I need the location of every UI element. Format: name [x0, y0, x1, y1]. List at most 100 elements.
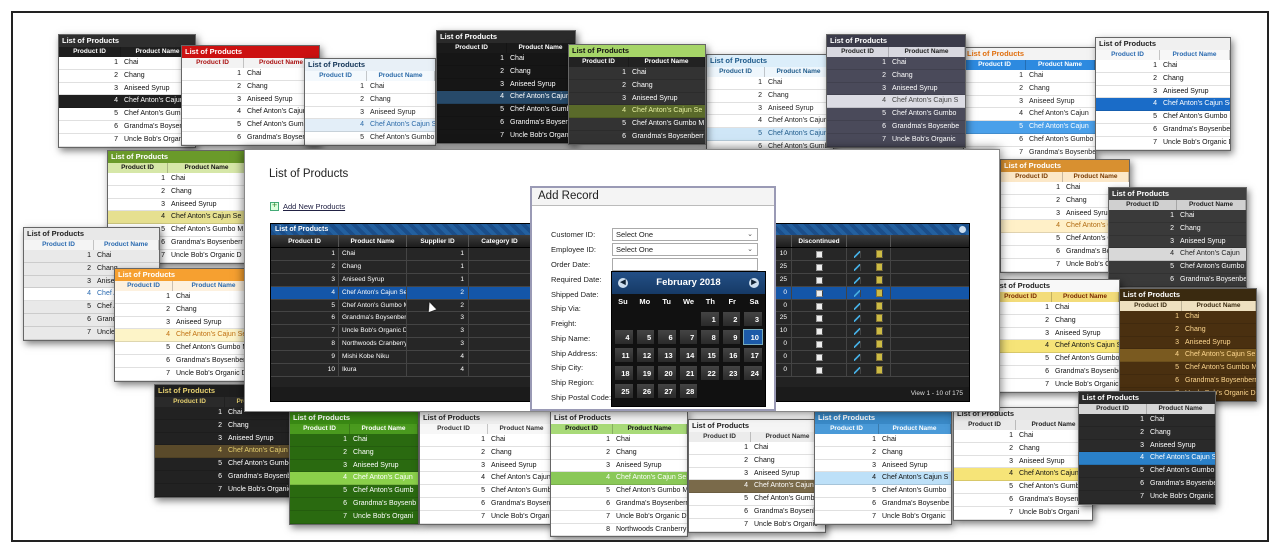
table-row[interactable]: 2 Chang: [1109, 222, 1246, 236]
table-row[interactable]: 1 Chai: [108, 173, 246, 186]
table-row[interactable]: 5 Chef Anton's Gumbo: [1109, 261, 1246, 274]
table-row[interactable]: 7 Uncle Bob's Organic: [827, 133, 965, 147]
table-row[interactable]: 1 Chai: [990, 302, 1119, 315]
table-row[interactable]: 1 Chai: [1079, 414, 1215, 427]
table-row[interactable]: 6 Grandma's Boysenbe: [1109, 273, 1246, 287]
table-row[interactable]: 7 Uncle Bob's Organic: [815, 510, 951, 524]
table-row[interactable]: 4 Chef Anton's Cajun S: [815, 472, 951, 486]
table-row[interactable]: 5 Chef Anton's Gumb: [182, 119, 319, 132]
column-header-product-id[interactable]: Product ID: [305, 71, 367, 81]
table-row[interactable]: 6 Grandma's Boysenb: [290, 497, 418, 511]
table-row[interactable]: 2 Chang: [290, 446, 418, 460]
column-header-product-name[interactable]: Product Name: [367, 71, 435, 81]
table-row[interactable]: 2 Chang: [990, 314, 1119, 328]
table-row[interactable]: 4 Chef Anton's Cajun: [290, 472, 418, 486]
table-row[interactable]: 6Grandma's Boysenberr: [115, 354, 255, 368]
employee-id-select[interactable]: Select One ⌄: [612, 243, 758, 256]
table-row[interactable]: 1 Chai: [305, 81, 435, 94]
table-row[interactable]: 2 Chang: [115, 303, 255, 317]
table-row[interactable]: 5 Chef Anton's Cajun: [964, 121, 1095, 134]
table-row[interactable]: 4 Chef Anton's Cajun: [954, 468, 1092, 482]
table-row[interactable]: 6 Grandma's Boysenbe: [689, 505, 825, 519]
table-row[interactable]: 1 Chai: [707, 77, 833, 90]
table-row[interactable]: 7Uncle Bob's Organic D: [1096, 136, 1230, 150]
edit-icon[interactable]: [854, 354, 862, 362]
day-cell[interactable]: 18: [614, 365, 634, 381]
table-row[interactable]: 4 Chef Anton's Cajun S: [827, 95, 965, 109]
table-row[interactable]: 6 Grandma's Boysenbe: [59, 120, 195, 134]
discontinued-checkbox[interactable]: [815, 341, 823, 349]
column-header-product-id[interactable]: Product ID: [1120, 301, 1182, 311]
edit-icon[interactable]: [854, 315, 862, 323]
table-row[interactable]: 5 Chef Anton's Gumbo M: [569, 118, 705, 131]
table-row[interactable]: 1 Chai: [827, 57, 965, 70]
table-row[interactable]: 1 Chai: [815, 434, 951, 447]
table-row[interactable]: 5 Chef Anton's Gumb: [437, 104, 575, 117]
table-row[interactable]: 2 Chang: [182, 80, 319, 94]
table-row[interactable]: 8 Northwoods Cranberry: [551, 523, 687, 537]
table-row[interactable]: 2 Chang: [551, 446, 687, 460]
discontinued-checkbox[interactable]: [815, 251, 823, 258]
table-row[interactable]: 2 Chang: [1120, 323, 1256, 337]
table-row[interactable]: 4 Chef Anton's Cajun: [1109, 248, 1246, 262]
table-row[interactable]: 3 Aniseed Syrup: [569, 92, 705, 106]
table-row[interactable]: 4Chef Anton's Cajun Se: [990, 340, 1119, 354]
table-row[interactable]: 2 Chang: [437, 65, 575, 79]
table-row[interactable]: 5 Chef Anton's Gumbo: [305, 132, 435, 145]
table-row[interactable]: 3 Aniseed Syrup: [827, 82, 965, 96]
column-header-product-name[interactable]: Product Name: [1147, 404, 1215, 414]
column-header-product-id[interactable]: Product ID: [707, 67, 765, 77]
table-row[interactable]: 1 Chai: [1109, 210, 1246, 223]
column-header-product-id[interactable]: Product ID: [108, 163, 168, 173]
table-row[interactable]: 1 Chai: [182, 68, 319, 81]
table-row[interactable]: 4 Chef Anton's Cajun S: [689, 480, 825, 494]
discontinued-checkbox[interactable]: [815, 302, 823, 310]
table-row[interactable]: 7Uncle Bob's Organic D: [990, 378, 1119, 392]
table-row[interactable]: 7 Uncle Bob's Organi: [954, 506, 1092, 520]
day-cell[interactable]: 20: [657, 365, 677, 381]
delete-icon[interactable]: [875, 275, 883, 284]
column-header-discontinued[interactable]: Discontinued: [792, 235, 847, 247]
column-header-product-id[interactable]: Product ID: [155, 397, 225, 407]
table-row[interactable]: 2 Chang: [827, 69, 965, 83]
column-header-supplier-id[interactable]: Supplier ID: [407, 235, 469, 247]
day-cell[interactable]: 9: [721, 329, 742, 345]
table-row[interactable]: 7 Uncle Bob's Organic: [59, 133, 195, 147]
table-row[interactable]: 6Grandma's Boysenberr: [1096, 123, 1230, 137]
day-cell[interactable]: 27: [657, 383, 677, 399]
column-header-product-id[interactable]: Product ID: [1096, 50, 1160, 60]
table-row[interactable]: 2 Chang: [305, 93, 435, 107]
next-month-icon[interactable]: ▶: [749, 278, 759, 288]
column-header-product-id[interactable]: Product ID: [827, 47, 889, 57]
table-row[interactable]: 3 Aniseed Syrup: [689, 467, 825, 481]
day-cell[interactable]: 7: [678, 329, 699, 345]
day-cell[interactable]: 4: [614, 329, 634, 345]
discontinued-checkbox[interactable]: [815, 289, 823, 297]
table-row[interactable]: 3 Aniseed Syrup: [115, 316, 255, 330]
column-header-product-name[interactable]: Product Name: [879, 424, 951, 434]
edit-icon[interactable]: [854, 289, 862, 297]
column-header-product-name[interactable]: Product Name: [1160, 50, 1230, 60]
day-cell[interactable]: 13: [657, 347, 677, 363]
day-cell[interactable]: 2: [721, 311, 742, 327]
day-cell[interactable]: 12: [635, 347, 656, 363]
day-cell[interactable]: 10: [743, 329, 763, 345]
table-row[interactable]: 6 Grandma's Boysenb: [182, 131, 319, 145]
day-cell[interactable]: 26: [635, 383, 656, 399]
table-row[interactable]: 2 Chang: [964, 82, 1095, 96]
table-row[interactable]: 6Grandma's Boysenberr: [990, 365, 1119, 379]
table-row[interactable]: 7Uncle Bob's Organic D: [1079, 490, 1215, 504]
table-row[interactable]: 2 Chang: [1096, 72, 1230, 86]
day-cell[interactable]: 1: [700, 311, 720, 327]
day-cell[interactable]: 22: [700, 365, 720, 381]
table-row[interactable]: 4Chef Anton's Cajun Se: [155, 445, 293, 459]
table-row[interactable]: 2 Chang: [707, 89, 833, 103]
table-row[interactable]: 1 Chai: [954, 430, 1092, 443]
column-header-product-name[interactable]: Product Name: [339, 235, 407, 247]
table-row[interactable]: 5 Chef Anton's Gumbo M: [1096, 111, 1230, 124]
table-row[interactable]: 2 Chang: [1079, 426, 1215, 440]
order-date-field[interactable]: [612, 258, 758, 271]
column-header-product-id[interactable]: Product ID: [271, 235, 339, 247]
table-row[interactable]: 1 Chai: [115, 291, 255, 304]
table-row[interactable]: 4Chef Anton's Cajun Se: [551, 472, 687, 486]
